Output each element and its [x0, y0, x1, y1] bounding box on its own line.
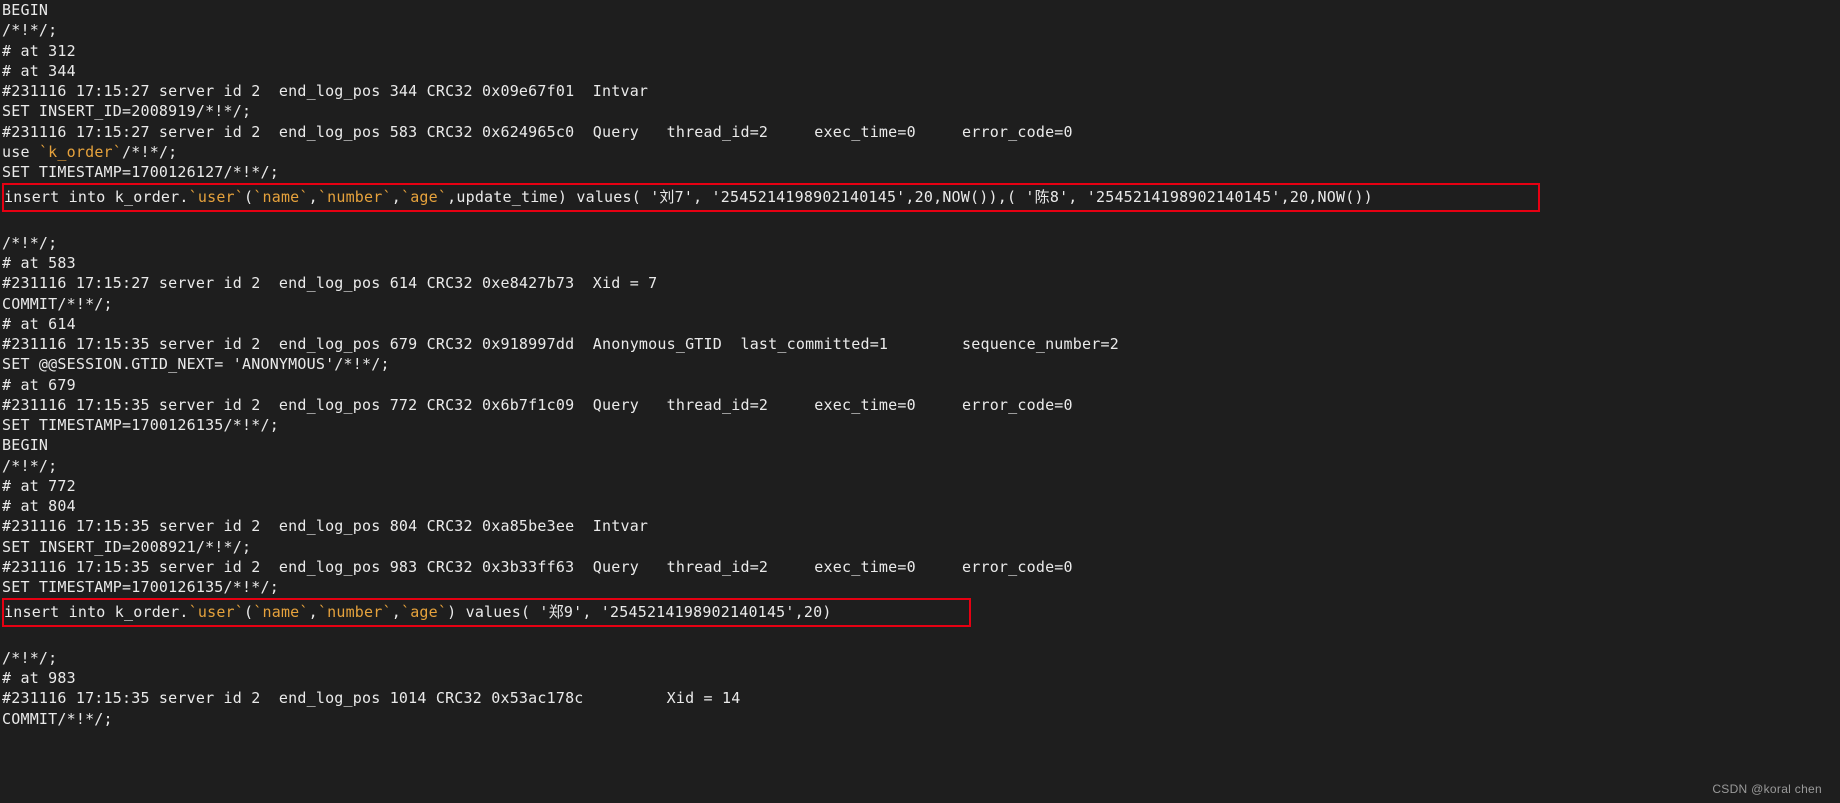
- col-name: `age`: [401, 603, 447, 621]
- log-line: SET TIMESTAMP=1700126127/*!*/;: [2, 163, 279, 181]
- log-line: COMMIT/*!*/;: [2, 295, 113, 313]
- col-name: `number`: [318, 603, 392, 621]
- log-line: /*!*/;: [2, 21, 57, 39]
- text: /*!*/;: [122, 143, 177, 161]
- sql-text: (: [244, 603, 253, 621]
- log-line: #231116 17:15:27 server id 2 end_log_pos…: [2, 123, 1073, 141]
- watermark-text: CSDN @koral chen: [1712, 781, 1822, 797]
- binlog-output: BEGIN /*!*/; # at 312 # at 344 #231116 1…: [0, 0, 1840, 729]
- sql-text: insert into k_order.: [4, 603, 189, 621]
- log-line: #231116 17:15:27 server id 2 end_log_pos…: [2, 82, 648, 100]
- sql-text: ,update_time) values( '刘7', '25452141989…: [447, 188, 1373, 206]
- sql-text: ,: [392, 603, 401, 621]
- log-line: SET INSERT_ID=2008919/*!*/;: [2, 102, 251, 120]
- log-line: #231116 17:15:35 server id 2 end_log_pos…: [2, 558, 1073, 576]
- col-name: `name`: [253, 603, 308, 621]
- sql-text: insert into k_order.: [4, 188, 189, 206]
- log-line: /*!*/;: [2, 234, 57, 252]
- log-line: #231116 17:15:35 server id 2 end_log_pos…: [2, 335, 1119, 353]
- log-line: # at 804: [2, 497, 76, 515]
- sql-text: ) values( '郑9', '2545214198902140145',20…: [447, 603, 831, 621]
- log-line: # at 772: [2, 477, 76, 495]
- log-line: BEGIN: [2, 436, 48, 454]
- log-line: BEGIN: [2, 1, 48, 19]
- log-line: # at 583: [2, 254, 76, 272]
- sql-text: ,: [392, 188, 401, 206]
- table-name: `user`: [189, 603, 244, 621]
- db-name: `k_order`: [39, 143, 122, 161]
- highlighted-sql-2: insert into k_order.`user`(`name`,`numbe…: [2, 598, 971, 626]
- log-line: SET INSERT_ID=2008921/*!*/;: [2, 538, 251, 556]
- log-line: # at 344: [2, 62, 76, 80]
- log-line: #231116 17:15:35 server id 2 end_log_pos…: [2, 689, 740, 707]
- log-line: #231116 17:15:35 server id 2 end_log_pos…: [2, 396, 1073, 414]
- log-line: # at 679: [2, 376, 76, 394]
- col-name: `age`: [401, 188, 447, 206]
- log-line: use `k_order`/*!*/;: [2, 143, 177, 161]
- col-name: `name`: [253, 188, 308, 206]
- sql-text: ,: [309, 188, 318, 206]
- log-line: # at 312: [2, 42, 76, 60]
- table-name: `user`: [189, 188, 244, 206]
- log-line: SET @@SESSION.GTID_NEXT= 'ANONYMOUS'/*!*…: [2, 355, 390, 373]
- log-line: # at 614: [2, 315, 76, 333]
- log-line: #231116 17:15:27 server id 2 end_log_pos…: [2, 274, 657, 292]
- log-line: /*!*/;: [2, 649, 57, 667]
- log-line: SET TIMESTAMP=1700126135/*!*/;: [2, 416, 279, 434]
- log-line: # at 983: [2, 669, 76, 687]
- sql-text: (: [244, 188, 253, 206]
- sql-text: ,: [309, 603, 318, 621]
- log-line: COMMIT/*!*/;: [2, 710, 113, 728]
- log-line: /*!*/;: [2, 457, 57, 475]
- text: use: [2, 143, 39, 161]
- col-name: `number`: [318, 188, 392, 206]
- highlighted-sql-1: insert into k_order.`user`(`name`,`numbe…: [2, 183, 1540, 211]
- log-line: SET TIMESTAMP=1700126135/*!*/;: [2, 578, 279, 596]
- log-line: #231116 17:15:35 server id 2 end_log_pos…: [2, 517, 648, 535]
